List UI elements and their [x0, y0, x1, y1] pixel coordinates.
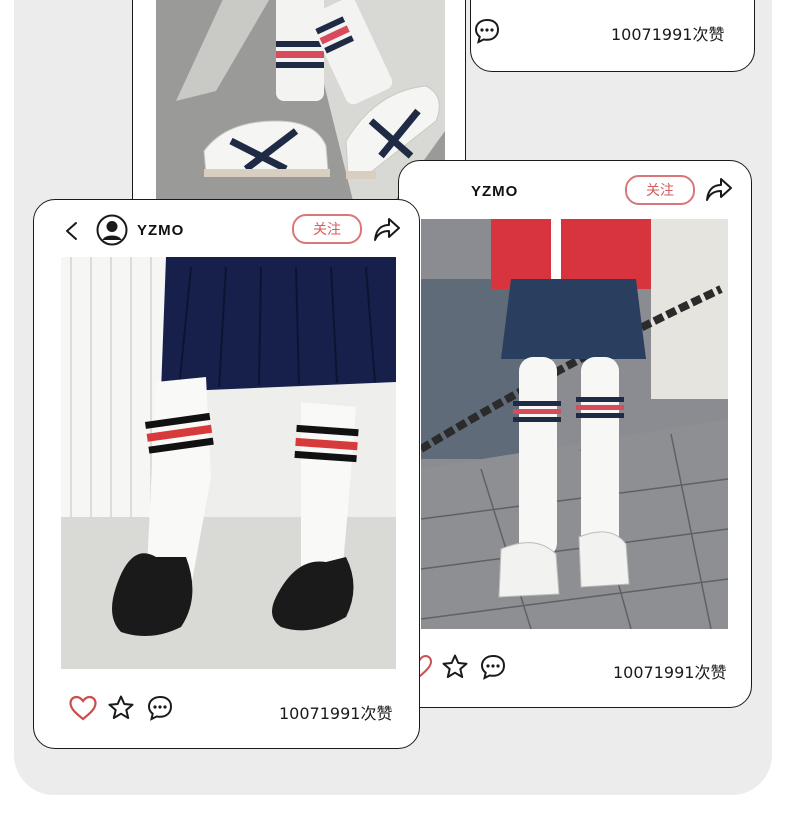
likes-count: 10071991次赞 [611, 25, 725, 44]
post-card-front: YZMO 关注 10071991次赞 [33, 199, 420, 749]
back-icon[interactable] [62, 220, 82, 242]
share-icon[interactable] [704, 175, 734, 203]
comment-icon[interactable] [479, 653, 507, 681]
comment-icon[interactable] [146, 694, 174, 722]
heart-icon[interactable] [68, 694, 98, 722]
follow-button[interactable]: 关注 [292, 214, 362, 244]
username[interactable]: YZMO [471, 183, 518, 200]
post-card-back-top: 10071991次赞 [470, 0, 755, 72]
likes-count: 10071991次赞 [613, 663, 727, 682]
post-card-right: YZMO 关注 10071991次赞 [398, 160, 752, 708]
follow-button[interactable]: 关注 [625, 175, 695, 205]
share-icon[interactable] [372, 215, 402, 243]
comment-icon[interactable] [473, 17, 501, 45]
likes-count: 10071991次赞 [279, 704, 393, 723]
post-photo-girl-skirt [421, 219, 728, 629]
star-icon[interactable] [107, 694, 135, 722]
username[interactable]: YZMO [137, 222, 184, 239]
post-photo-pleated-skirt [61, 257, 396, 669]
avatar-icon[interactable] [96, 214, 128, 246]
star-icon[interactable] [441, 653, 469, 681]
